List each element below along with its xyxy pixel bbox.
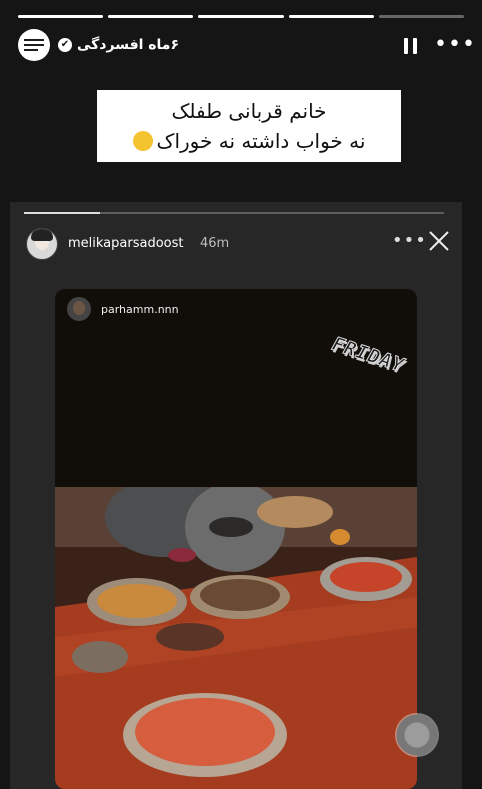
story-progress-bar [18, 15, 465, 18]
logo-icon [24, 39, 44, 54]
progress-segment [108, 15, 194, 18]
capture-button-icon[interactable] [395, 713, 439, 757]
progress-segment [18, 15, 104, 18]
food-photo [55, 487, 417, 789]
verified-badge-icon: ✔ [58, 38, 72, 52]
story-header: ۶ماه افسردگی ✔ ••• [0, 29, 482, 65]
pause-icon[interactable] [404, 38, 418, 54]
inner-username[interactable]: melikaparsadoost [68, 236, 183, 251]
nested-post: parhamm.nnn FRIDAY [55, 289, 417, 789]
nested-username[interactable]: parhamm.nnn [101, 303, 179, 316]
more-options-icon[interactable]: ••• [434, 34, 476, 56]
caption-line-1: خانم قربانی طفلک [171, 99, 327, 123]
inner-timestamp: 46m [200, 236, 230, 251]
reposted-story-screenshot: melikaparsadoost 46m ••• parhamm.nnn FRI… [10, 202, 462, 789]
inner-progress-bar [24, 212, 444, 214]
progress-segment-current [378, 15, 465, 18]
avatar[interactable] [18, 29, 50, 61]
laughing-tears-emoji-icon [132, 131, 153, 151]
nested-avatar[interactable] [67, 297, 91, 321]
progress-segment [288, 15, 374, 18]
inner-avatar[interactable] [26, 228, 58, 260]
caption-sticker: خانم قربانی طفلک نه خواب داشته نه خوراک [97, 90, 401, 162]
caption-line-2-text: نه خواب داشته نه خوراک [156, 129, 366, 153]
progress-segment [198, 15, 284, 18]
caption-line-2: نه خواب داشته نه خوراک [97, 126, 401, 156]
close-icon[interactable] [428, 230, 450, 252]
friday-sticker: FRIDAY [329, 333, 408, 378]
username-text[interactable]: ۶ماه افسردگی [77, 37, 179, 53]
more-options-icon[interactable]: ••• [392, 230, 427, 251]
story-username[interactable]: ۶ماه افسردگی ✔ [58, 37, 179, 53]
